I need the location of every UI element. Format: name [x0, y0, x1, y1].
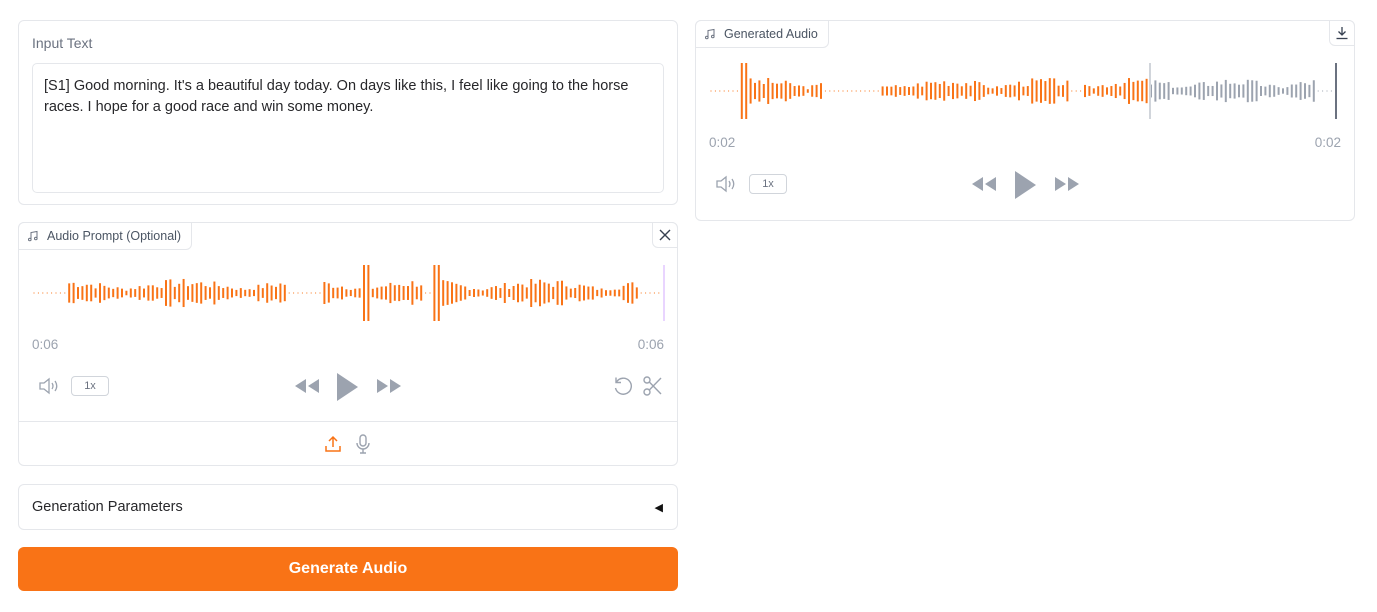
fast-forward-icon — [1055, 177, 1079, 191]
generation-parameters-label: Generation Parameters — [32, 499, 183, 515]
generated-forward-button[interactable] — [1053, 173, 1081, 195]
prompt-speed-button[interactable]: 1x — [71, 376, 109, 396]
generate-audio-button[interactable]: Generate Audio — [18, 547, 678, 591]
microphone-icon — [356, 434, 370, 454]
prompt-trim-button[interactable] — [641, 375, 665, 397]
generated-volume-button[interactable] — [714, 173, 740, 195]
fast-forward-icon — [377, 379, 401, 393]
generation-parameters-accordion[interactable]: Generation Parameters ◀ — [18, 484, 678, 530]
generated-play-button[interactable] — [1011, 169, 1039, 201]
generated-speed-button[interactable]: 1x — [749, 174, 787, 194]
generated-rewind-button[interactable] — [970, 173, 998, 195]
rewind-icon — [295, 379, 319, 393]
music-note-icon — [28, 230, 38, 242]
audio-prompt-label: Audio Prompt (Optional) — [47, 229, 182, 243]
record-audio-button[interactable] — [352, 433, 374, 455]
volume-icon — [39, 377, 58, 395]
close-icon — [659, 229, 671, 241]
input-text-panel: Input Text [S1] Good morning. It's a bea… — [18, 20, 678, 205]
download-audio-button[interactable] — [1329, 20, 1355, 46]
prompt-volume-button[interactable] — [37, 375, 63, 397]
prompt-rewind-button[interactable] — [293, 375, 321, 397]
prompt-reset-button[interactable] — [611, 375, 635, 397]
generated-time-total: 0:02 — [1314, 135, 1341, 150]
collapse-indicator-icon: ◀ — [654, 501, 663, 514]
music-note-icon — [705, 28, 715, 40]
generated-time-current: 0:02 — [709, 135, 736, 150]
generated-audio-label: Generated Audio — [724, 27, 818, 41]
upload-icon — [325, 435, 341, 452]
prompt-time-current: 0:06 — [32, 337, 59, 352]
play-icon — [1015, 171, 1036, 199]
prompt-forward-button[interactable] — [375, 375, 403, 397]
input-text-textarea[interactable]: [S1] Good morning. It's a beautiful day … — [32, 63, 664, 193]
generated-audio-tag: Generated Audio — [695, 20, 829, 48]
scissors-icon — [643, 376, 662, 396]
download-icon — [1336, 27, 1348, 40]
prompt-source-divider — [19, 421, 677, 422]
generated-audio-panel: Generated Audio 0:02 0:02 1x — [695, 20, 1355, 221]
audio-prompt-panel: Audio Prompt (Optional) 0:06 0:06 1x — [18, 222, 678, 466]
prompt-time-total: 0:06 — [637, 337, 664, 352]
upload-audio-button[interactable] — [322, 433, 344, 455]
clear-audio-button[interactable] — [652, 222, 678, 248]
input-text-label: Input Text — [32, 35, 93, 51]
undo-icon — [614, 377, 632, 395]
prompt-play-button[interactable] — [333, 371, 361, 403]
audio-prompt-waveform[interactable] — [32, 263, 666, 323]
rewind-icon — [972, 177, 996, 191]
audio-prompt-tag: Audio Prompt (Optional) — [18, 222, 193, 250]
generated-audio-waveform[interactable] — [709, 61, 1339, 121]
volume-icon — [716, 175, 735, 193]
play-icon — [337, 373, 358, 401]
